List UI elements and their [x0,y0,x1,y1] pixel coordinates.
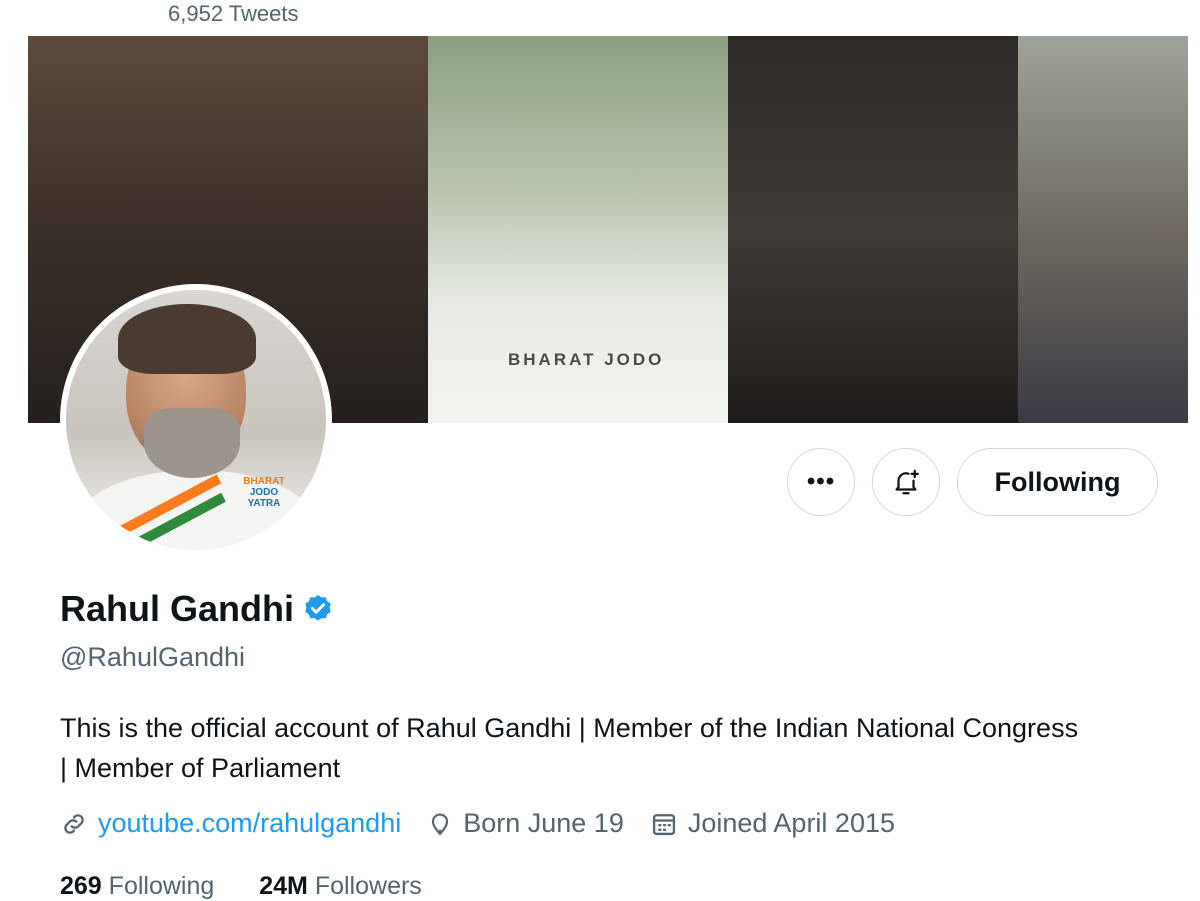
avatar-logo: BHARAT JODO YATRA [238,476,290,509]
birthday-item: Born June 19 [427,808,624,839]
calendar-icon [652,813,675,835]
location-icon [432,813,449,835]
avatar-image: BHARAT JODO YATRA [66,290,326,550]
more-options-button[interactable]: ••• [787,448,855,516]
avatar-hair [118,304,256,374]
following-label: Following [108,872,215,900]
following-stat[interactable]: 269 Following [60,872,221,900]
joined-date: Joined April 2015 [687,808,895,838]
born-date: Born June 19 [463,808,624,838]
profile-handle: @RahulGandhi [60,642,246,672]
banner-photo-meal [728,36,1018,423]
avatar-beard [144,408,240,478]
name-row: Rahul Gandhi [60,588,334,630]
avatar-logo-line2: JODO [249,487,279,498]
joined-item: Joined April 2015 [650,808,895,839]
notifications-button[interactable] [872,448,940,516]
banner-photo-street [1018,36,1188,423]
following-count: 269 [60,872,102,900]
verified-badge-icon[interactable] [302,593,334,625]
avatar-logo-line3: YATRA [247,498,281,509]
link-icon [64,813,84,834]
profile-stats: 269 Following 24M Followers [60,872,460,901]
followers-count: 24M [259,872,308,900]
profile-avatar[interactable]: BHARAT JODO YATRA [60,284,332,556]
display-name: Rahul Gandhi [60,588,294,629]
avatar-logo-line1: BHARAT [243,476,285,487]
followers-stat[interactable]: 24M Followers [259,872,422,900]
followers-label: Followers [314,872,422,900]
banner-caption: BHARAT JODO [508,350,665,369]
bell-plus-icon [895,469,919,495]
tweets-count: 6,952 Tweets [168,1,299,26]
website-link[interactable]: youtube.com/rahulgandhi [98,808,401,839]
profile-bio: This is the official account of Rahul Ga… [60,713,1079,783]
website-item: youtube.com/rahulgandhi [60,808,401,839]
following-button[interactable]: Following [957,448,1158,516]
profile-meta: youtube.com/rahulgandhi Born June 19 Joi… [60,808,921,839]
